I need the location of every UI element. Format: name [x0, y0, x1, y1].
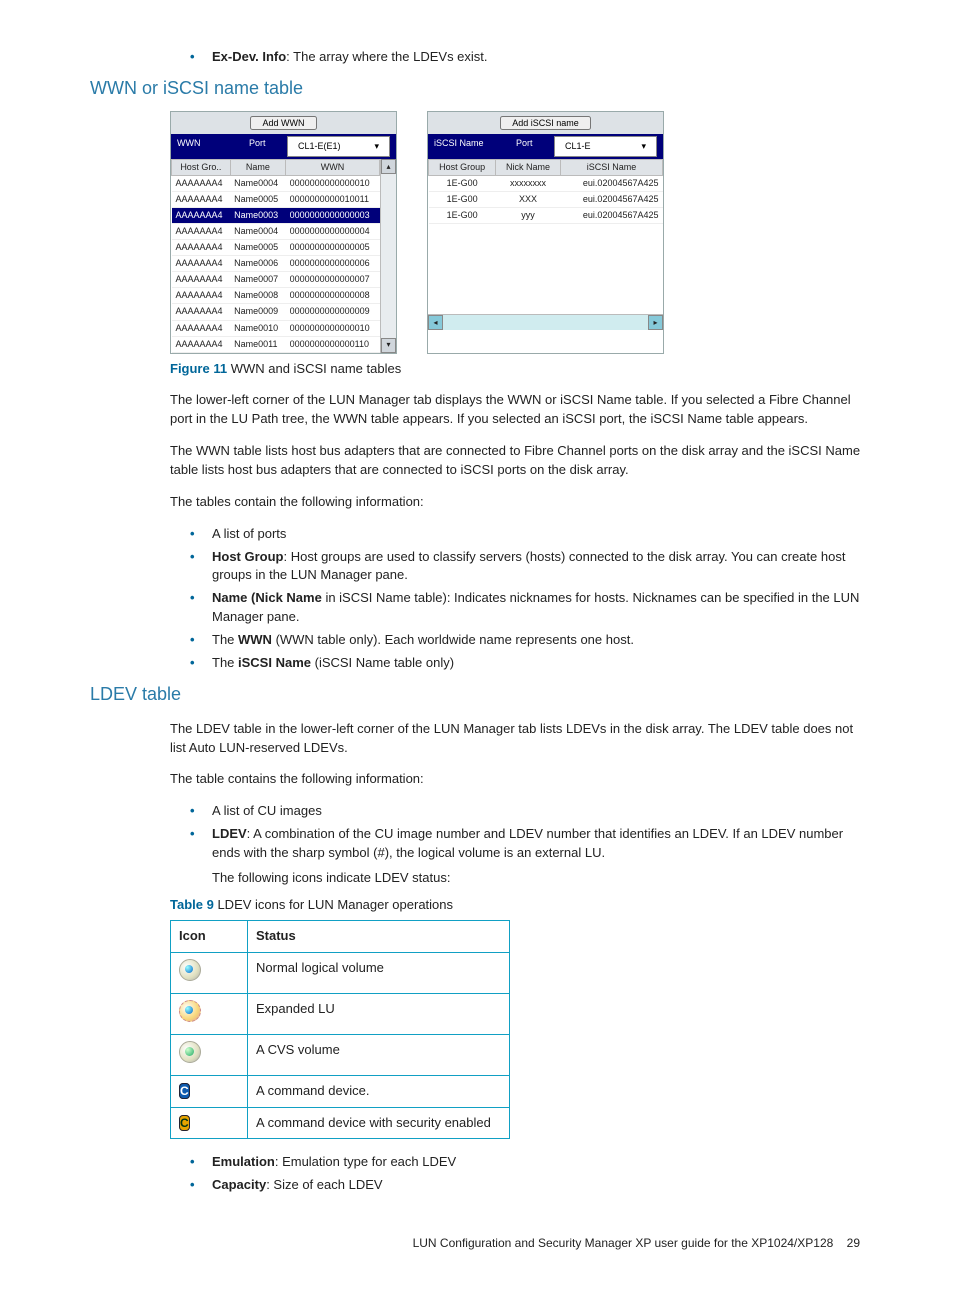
- col-wwn[interactable]: WWN: [286, 160, 380, 176]
- col-nickname[interactable]: Nick Name: [496, 160, 561, 176]
- heading-wwn-table: WWN or iSCSI name table: [90, 75, 864, 101]
- table-row[interactable]: AAAAAAA4Name00070000000000000007: [172, 272, 380, 288]
- command-device-icon: C: [179, 1083, 190, 1099]
- scroll-up-icon[interactable]: ▴: [381, 159, 396, 174]
- table-row[interactable]: AAAAAAA4Name00050000000000000005: [172, 240, 380, 256]
- bullet-exdev: Ex-Dev. Info: The array where the LDEVs …: [190, 48, 864, 67]
- table-row[interactable]: AAAAAAA4Name00040000000000000010: [172, 176, 380, 192]
- wwn-table: Host Gro.. Name WWN AAAAAAA4Name00040000…: [171, 159, 380, 353]
- table-row: Expanded LU: [171, 994, 510, 1035]
- col-hostgroup[interactable]: Host Gro..: [172, 160, 231, 176]
- col-hostgroup[interactable]: Host Group: [429, 160, 496, 176]
- status-text: A CVS volume: [248, 1034, 510, 1075]
- fig-text: WWN and iSCSI name tables: [227, 361, 401, 376]
- label: Ex-Dev. Info: [212, 49, 286, 64]
- table-row[interactable]: 1E-G00yyyeui.02004567A425: [429, 208, 663, 224]
- ldev-icons-intro: The following icons indicate LDEV status…: [212, 869, 864, 888]
- text: : The array where the LDEVs exist.: [286, 49, 487, 64]
- ldev-info-list: A list of CU images LDEV: A combination …: [90, 802, 864, 887]
- table-row[interactable]: 1E-G00XXXeui.02004567A425: [429, 192, 663, 208]
- page-footer: LUN Configuration and Security Manager X…: [90, 1235, 864, 1252]
- ldev-icon-table: Icon Status Normal logical volume Expand…: [170, 920, 510, 1139]
- status-text: Normal logical volume: [248, 953, 510, 994]
- table-row[interactable]: AAAAAAA4Name00100000000000000010: [172, 320, 380, 336]
- status-text: A command device.: [248, 1075, 510, 1107]
- heading-ldev-table: LDEV table: [90, 681, 864, 707]
- scroll-right-icon[interactable]: ▸: [648, 315, 663, 330]
- th-icon: Icon: [171, 921, 248, 953]
- chevron-down-icon: ▾: [368, 137, 385, 156]
- bullet-capacity: Capacity: Size of each LDEV: [190, 1176, 864, 1195]
- para-4: The LDEV table in the lower-left corner …: [170, 720, 864, 758]
- table-row: C A command device with security enabled: [171, 1107, 510, 1139]
- bullet-iscsiname: The iSCSI Name (iSCSI Name table only): [190, 654, 864, 673]
- bullet-emulation: Emulation: Emulation type for each LDEV: [190, 1153, 864, 1172]
- table-row[interactable]: AAAAAAA4Name00030000000000000003: [172, 208, 380, 224]
- iscsi-table: Host Group Nick Name iSCSI Name 1E-G00xx…: [428, 159, 663, 224]
- col-iscsiname[interactable]: iSCSI Name: [560, 160, 662, 176]
- cvs-volume-icon: [179, 1041, 201, 1063]
- para-3: The tables contain the following informa…: [170, 493, 864, 512]
- bullet-ports: A list of ports: [190, 525, 864, 544]
- iscsi-port-select[interactable]: CL1-E ▾: [554, 136, 657, 157]
- status-text: A command device with security enabled: [248, 1107, 510, 1139]
- bullet-ldev: LDEV: A combination of the CU image numb…: [190, 825, 864, 888]
- expanded-lu-icon: [179, 1000, 201, 1022]
- table-row: Normal logical volume: [171, 953, 510, 994]
- tbl-label: Table 9: [170, 897, 214, 912]
- wwn-header-title: WWN: [171, 134, 243, 159]
- port-label: Port: [243, 134, 285, 159]
- bullet-cuimages: A list of CU images: [190, 802, 864, 821]
- top-bullet-list: Ex-Dev. Info: The array where the LDEVs …: [90, 48, 864, 67]
- iscsi-pane: Add iSCSI name iSCSI Name Port CL1-E ▾ H…: [427, 111, 664, 354]
- scroll-left-icon[interactable]: ◂: [428, 315, 443, 330]
- chevron-down-icon: ▾: [635, 137, 652, 156]
- table-row[interactable]: AAAAAAA4Name00080000000000000008: [172, 288, 380, 304]
- wwn-port-select[interactable]: CL1-E(E1) ▾: [287, 136, 390, 157]
- tbl-text: LDEV icons for LUN Manager operations: [214, 897, 453, 912]
- table-row[interactable]: AAAAAAA4Name00090000000000000009: [172, 304, 380, 320]
- figure-caption: Figure 11 WWN and iSCSI name tables: [170, 360, 864, 379]
- wwn-info-list: A list of ports Host Group: Host groups …: [90, 525, 864, 673]
- figure-11: Add WWN WWN Port CL1-E(E1) ▾ Host Gro.. …: [170, 111, 864, 354]
- command-device-security-icon: C: [179, 1115, 190, 1131]
- table-row: A CVS volume: [171, 1034, 510, 1075]
- wwn-scrollbar[interactable]: ▴ ▾: [380, 159, 396, 353]
- status-text: Expanded LU: [248, 994, 510, 1035]
- bullet-wwn: The WWN (WWN table only). Each worldwide…: [190, 631, 864, 650]
- table-caption: Table 9 LDEV icons for LUN Manager opera…: [170, 896, 864, 915]
- table-row[interactable]: 1E-G00xxxxxxxxeui.02004567A425: [429, 176, 663, 192]
- wwn-port-value: CL1-E(E1): [292, 137, 347, 156]
- bullet-hostgroup: Host Group: Host groups are used to clas…: [190, 548, 864, 586]
- port-label: Port: [510, 134, 552, 159]
- iscsi-header-title: iSCSI Name: [428, 134, 510, 159]
- table-row: C A command device.: [171, 1075, 510, 1107]
- footer-title: LUN Configuration and Security Manager X…: [413, 1236, 834, 1250]
- normal-volume-icon: [179, 959, 201, 981]
- col-name[interactable]: Name: [230, 160, 285, 176]
- iscsi-hscrollbar[interactable]: ◂ ▸: [428, 314, 663, 330]
- ldev-extra-list: Emulation: Emulation type for each LDEV …: [90, 1153, 864, 1195]
- fig-label: Figure 11: [170, 361, 227, 376]
- th-status: Status: [248, 921, 510, 953]
- page-number: 29: [847, 1236, 860, 1250]
- table-row[interactable]: AAAAAAA4Name00060000000000000006: [172, 256, 380, 272]
- para-1: The lower-left corner of the LUN Manager…: [170, 391, 864, 429]
- wwn-pane: Add WWN WWN Port CL1-E(E1) ▾ Host Gro.. …: [170, 111, 397, 354]
- para-2: The WWN table lists host bus adapters th…: [170, 442, 864, 480]
- add-iscsi-button[interactable]: Add iSCSI name: [500, 116, 591, 130]
- iscsi-port-value: CL1-E: [559, 137, 597, 156]
- add-wwn-button[interactable]: Add WWN: [250, 116, 316, 130]
- table-row[interactable]: AAAAAAA4Name00110000000000000110: [172, 336, 380, 352]
- table-row[interactable]: AAAAAAA4Name00050000000000010011: [172, 192, 380, 208]
- bullet-name: Name (Nick Name in iSCSI Name table): In…: [190, 589, 864, 627]
- scroll-down-icon[interactable]: ▾: [381, 338, 396, 353]
- table-row[interactable]: AAAAAAA4Name00040000000000000004: [172, 224, 380, 240]
- para-5: The table contains the following informa…: [170, 770, 864, 789]
